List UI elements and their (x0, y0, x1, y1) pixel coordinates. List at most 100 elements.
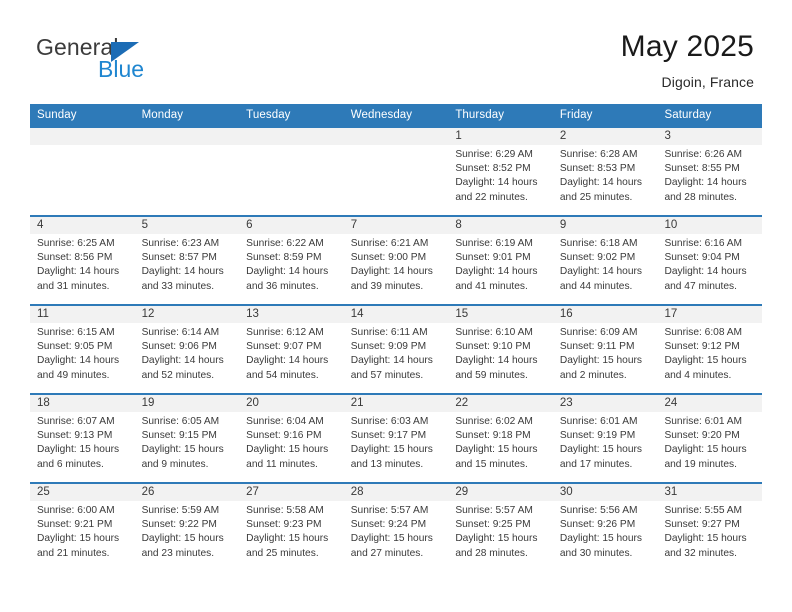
day-cell[interactable]: 25 Sunrise: 6:00 AM Sunset: 9:21 PM Dayl… (30, 484, 135, 571)
daylight-text-line1: Daylight: 15 hours (350, 444, 433, 456)
day-cell[interactable]: 22 Sunrise: 6:02 AM Sunset: 9:18 PM Dayl… (448, 395, 553, 482)
daylight-text-line2: and 28 minutes. (664, 191, 737, 203)
day-cell[interactable]: 18 Sunrise: 6:07 AM Sunset: 9:13 PM Dayl… (30, 395, 135, 482)
day-cell[interactable] (134, 128, 240, 215)
day-cell[interactable]: 24 Sunrise: 6:01 AM Sunset: 9:20 PM Dayl… (657, 395, 763, 482)
weekday-saturday: Saturday (664, 109, 712, 121)
day-cell[interactable]: 2 Sunrise: 6:28 AM Sunset: 8:53 PM Dayli… (552, 128, 658, 215)
daylight-text-line2: and 31 minutes. (37, 280, 110, 292)
day-cell[interactable]: 29 Sunrise: 5:57 AM Sunset: 9:25 PM Dayl… (448, 484, 553, 571)
sunset-text: Sunset: 9:01 PM (455, 252, 531, 264)
day-details: Sunrise: 6:08 AM Sunset: 9:12 PM Dayligh… (657, 323, 762, 383)
day-number: 11 (30, 306, 135, 323)
day-details: Sunrise: 5:57 AM Sunset: 9:25 PM Dayligh… (448, 501, 553, 561)
day-cell[interactable]: 19 Sunrise: 6:05 AM Sunset: 9:15 PM Dayl… (134, 395, 240, 482)
day-cell[interactable]: 6 Sunrise: 6:22 AM Sunset: 8:59 PM Dayli… (239, 217, 344, 304)
day-cell[interactable]: 1 Sunrise: 6:29 AM Sunset: 8:52 PM Dayli… (448, 128, 553, 215)
day-cell[interactable]: 14 Sunrise: 6:11 AM Sunset: 9:09 PM Dayl… (343, 306, 449, 393)
day-cell[interactable]: 8 Sunrise: 6:19 AM Sunset: 9:01 PM Dayli… (448, 217, 553, 304)
sunset-text: Sunset: 8:56 PM (37, 252, 113, 264)
day-details: Sunrise: 6:10 AM Sunset: 9:10 PM Dayligh… (448, 323, 553, 383)
daylight-text-line1: Daylight: 14 hours (246, 355, 329, 367)
daylight-text-line1: Daylight: 15 hours (141, 444, 224, 456)
sunrise-text: Sunrise: 6:07 AM (37, 416, 115, 427)
day-cell[interactable]: 23 Sunrise: 6:01 AM Sunset: 9:19 PM Dayl… (552, 395, 658, 482)
sunrise-text: Sunrise: 5:57 AM (455, 505, 533, 516)
day-cell[interactable]: 21 Sunrise: 6:03 AM Sunset: 9:17 PM Dayl… (343, 395, 449, 482)
sunset-text: Sunset: 9:26 PM (559, 519, 636, 531)
daylight-text-line2: and 19 minutes. (664, 458, 737, 470)
day-cell[interactable]: 12 Sunrise: 6:14 AM Sunset: 9:06 PM Dayl… (134, 306, 240, 393)
sunrise-text: Sunrise: 5:59 AM (141, 505, 220, 516)
day-number: 4 (30, 217, 135, 234)
day-cell[interactable]: 26 Sunrise: 5:59 AM Sunset: 9:22 PM Dayl… (134, 484, 240, 571)
brand-logo[interactable]: General Blue (36, 36, 276, 92)
sunset-text: Sunset: 9:18 PM (455, 430, 531, 442)
day-cell[interactable]: 30 Sunrise: 5:56 AM Sunset: 9:26 PM Dayl… (552, 484, 658, 571)
weekday-thursday: Thursday (455, 109, 505, 121)
daylight-text-line1: Daylight: 14 hours (455, 355, 538, 367)
day-details: Sunrise: 6:01 AM Sunset: 9:19 PM Dayligh… (553, 412, 658, 472)
day-cell[interactable] (30, 128, 135, 215)
day-cell[interactable]: 11 Sunrise: 6:15 AM Sunset: 9:05 PM Dayl… (30, 306, 135, 393)
day-cell[interactable] (239, 128, 344, 215)
sunrise-text: Sunrise: 6:01 AM (664, 416, 743, 427)
sunrise-text: Sunrise: 6:10 AM (455, 327, 533, 338)
daylight-text-line2: and 25 minutes. (559, 191, 633, 203)
daylight-text-line1: Daylight: 15 hours (559, 533, 643, 545)
day-cell[interactable]: 17 Sunrise: 6:08 AM Sunset: 9:12 PM Dayl… (657, 306, 763, 393)
daylight-text-line1: Daylight: 14 hours (664, 177, 747, 189)
sunset-text: Sunset: 9:09 PM (350, 341, 427, 353)
day-cell[interactable]: 5 Sunrise: 6:23 AM Sunset: 8:57 PM Dayli… (134, 217, 240, 304)
daylight-text-line1: Daylight: 14 hours (664, 266, 747, 278)
day-details: Sunrise: 6:04 AM Sunset: 9:16 PM Dayligh… (239, 412, 344, 472)
day-cell[interactable]: 3 Sunrise: 6:26 AM Sunset: 8:55 PM Dayli… (657, 128, 763, 215)
daylight-text-line1: Daylight: 14 hours (141, 355, 224, 367)
sunrise-text: Sunrise: 6:08 AM (664, 327, 743, 338)
day-details: Sunrise: 5:58 AM Sunset: 9:23 PM Dayligh… (239, 501, 344, 561)
day-number: 23 (552, 395, 658, 412)
day-details: Sunrise: 6:23 AM Sunset: 8:57 PM Dayligh… (135, 234, 240, 294)
week-row: 18 Sunrise: 6:07 AM Sunset: 9:13 PM Dayl… (30, 393, 763, 482)
day-cell[interactable]: 15 Sunrise: 6:10 AM Sunset: 9:10 PM Dayl… (448, 306, 553, 393)
daylight-text-line2: and 28 minutes. (455, 547, 528, 559)
day-cell[interactable]: 7 Sunrise: 6:21 AM Sunset: 9:00 PM Dayli… (343, 217, 449, 304)
day-details: Sunrise: 6:09 AM Sunset: 9:11 PM Dayligh… (553, 323, 658, 383)
day-details (135, 145, 240, 148)
day-number: 20 (239, 395, 344, 412)
day-details: Sunrise: 6:03 AM Sunset: 9:17 PM Dayligh… (344, 412, 449, 472)
day-number: 28 (343, 484, 449, 501)
sunset-text: Sunset: 9:22 PM (141, 519, 217, 531)
day-details: Sunrise: 6:16 AM Sunset: 9:04 PM Dayligh… (657, 234, 762, 294)
sunrise-text: Sunrise: 6:18 AM (559, 238, 638, 249)
daylight-text-line1: Daylight: 15 hours (246, 533, 329, 545)
day-cell[interactable]: 28 Sunrise: 5:57 AM Sunset: 9:24 PM Dayl… (343, 484, 449, 571)
daylight-text-line2: and 17 minutes. (559, 458, 633, 470)
day-number: 10 (657, 217, 763, 234)
day-cell[interactable]: 4 Sunrise: 6:25 AM Sunset: 8:56 PM Dayli… (30, 217, 135, 304)
day-cell[interactable] (343, 128, 449, 215)
day-number: 15 (448, 306, 553, 323)
sunset-text: Sunset: 9:25 PM (455, 519, 531, 531)
daylight-text-line1: Daylight: 15 hours (455, 444, 538, 456)
day-number: 26 (134, 484, 240, 501)
day-cell[interactable]: 20 Sunrise: 6:04 AM Sunset: 9:16 PM Dayl… (239, 395, 344, 482)
day-cell[interactable]: 13 Sunrise: 6:12 AM Sunset: 9:07 PM Dayl… (239, 306, 344, 393)
sunrise-text: Sunrise: 6:15 AM (37, 327, 115, 338)
day-cell[interactable]: 9 Sunrise: 6:18 AM Sunset: 9:02 PM Dayli… (552, 217, 658, 304)
day-cell[interactable]: 16 Sunrise: 6:09 AM Sunset: 9:11 PM Dayl… (552, 306, 658, 393)
day-details: Sunrise: 5:55 AM Sunset: 9:27 PM Dayligh… (657, 501, 762, 561)
day-number: 6 (239, 217, 344, 234)
sunset-text: Sunset: 9:04 PM (664, 252, 740, 264)
day-cell[interactable]: 27 Sunrise: 5:58 AM Sunset: 9:23 PM Dayl… (239, 484, 344, 571)
week-row: 1 Sunrise: 6:29 AM Sunset: 8:52 PM Dayli… (30, 126, 763, 215)
daylight-text-line2: and 33 minutes. (141, 280, 215, 292)
sunrise-text: Sunrise: 6:14 AM (141, 327, 220, 338)
page-subtitle-location: Digoin, France (661, 73, 754, 90)
day-cell[interactable]: 31 Sunrise: 5:55 AM Sunset: 9:27 PM Dayl… (657, 484, 763, 571)
day-cell[interactable]: 10 Sunrise: 6:16 AM Sunset: 9:04 PM Dayl… (657, 217, 763, 304)
daylight-text-line1: Daylight: 15 hours (246, 444, 329, 456)
week-row: 25 Sunrise: 6:00 AM Sunset: 9:21 PM Dayl… (30, 482, 763, 571)
sunrise-text: Sunrise: 6:25 AM (37, 238, 115, 249)
sunrise-text: Sunrise: 6:21 AM (350, 238, 429, 249)
